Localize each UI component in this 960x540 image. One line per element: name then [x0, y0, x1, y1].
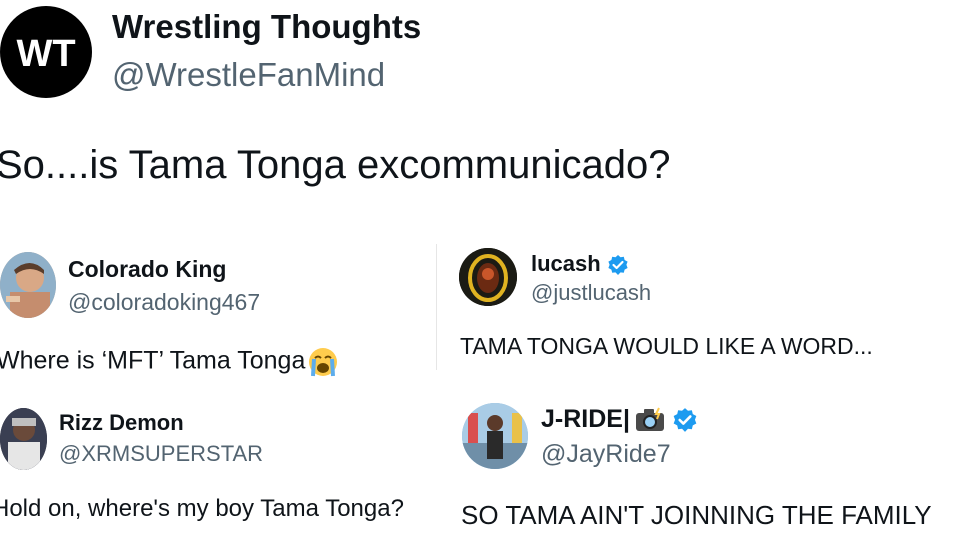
reply-text-content: Where is ‘MFT’ Tama Tonga: [0, 346, 306, 375]
reply-name[interactable]: Rizz Demon: [59, 410, 184, 436]
person-photo-icon: [462, 403, 528, 469]
logo-text: WT: [16, 33, 75, 75]
reply-avatar-lucash[interactable]: [459, 248, 517, 306]
person-photo-icon: [0, 252, 56, 318]
reply-handle[interactable]: @XRMSUPERSTAR: [59, 441, 263, 467]
verified-badge-icon: [673, 408, 697, 433]
post-text: So....is Tama Tonga excommunicado?: [0, 143, 671, 187]
reply-name[interactable]: lucash: [531, 251, 629, 277]
reply-name[interactable]: Colorado King: [68, 256, 226, 283]
loudly-crying-face-emoji-icon: [309, 348, 338, 377]
account-handle[interactable]: @WrestleFanMind: [112, 56, 385, 94]
verified-badge-icon: [608, 255, 628, 276]
reply-text: TAMA TONGA WOULD LIKE A WORD...: [460, 333, 873, 359]
reply-handle[interactable]: @coloradoking467: [68, 289, 260, 316]
account-name[interactable]: Wrestling Thoughts: [112, 8, 421, 46]
reply-text: Hold on, where's my boy Tama Tonga?: [0, 495, 404, 522]
flaming-figure-icon: [459, 248, 517, 306]
column-divider: [436, 244, 437, 370]
reply-text: Where is ‘MFT’ Tama Tonga: [0, 346, 339, 378]
reply-avatar-j-ride[interactable]: [462, 403, 528, 469]
wt-logo: WT: [16, 33, 75, 75]
reply-name-text: J-RIDE|: [541, 405, 630, 433]
reply-text: SO TAMA AIN'T JOINNING THE FAMILY: [461, 500, 932, 530]
account-avatar[interactable]: WT: [0, 6, 92, 98]
reply-name-text: lucash: [531, 251, 601, 276]
reply-handle[interactable]: @JayRide7: [541, 440, 671, 469]
reply-avatar-rizz-demon[interactable]: [0, 408, 47, 470]
reply-name[interactable]: J-RIDE|: [541, 405, 698, 434]
camera-with-flash-emoji-icon: [635, 407, 664, 432]
person-photo-icon: [0, 408, 47, 470]
reply-avatar-colorado-king[interactable]: [0, 252, 56, 318]
reply-handle[interactable]: @justlucash: [531, 280, 651, 306]
